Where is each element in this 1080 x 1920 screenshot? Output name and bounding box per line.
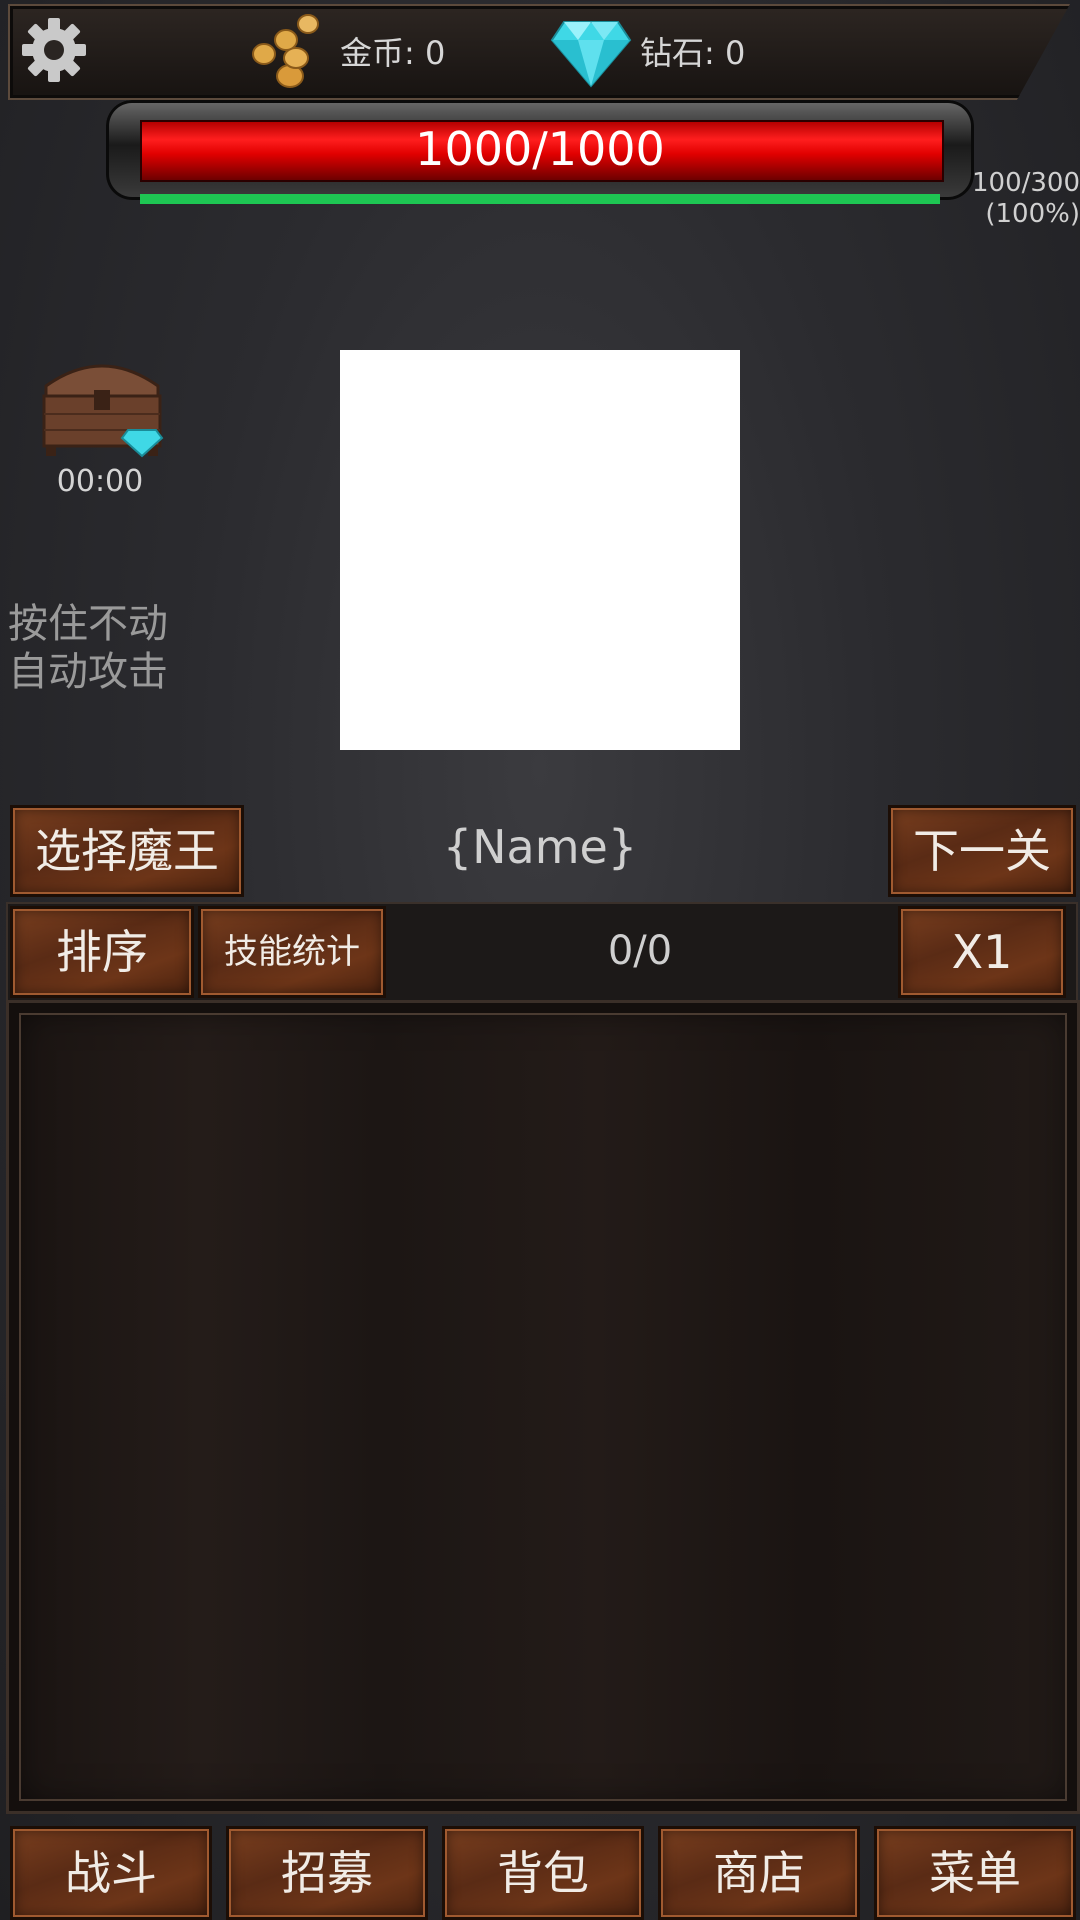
- nav-shop-button[interactable]: 商店: [658, 1826, 860, 1920]
- nav-recruit-button[interactable]: 招募: [226, 1826, 428, 1920]
- auto-attack-hint: 按住不动 自动攻击: [8, 600, 168, 696]
- boss-name: {Name}: [442, 820, 638, 874]
- nav-battle-button[interactable]: 战斗: [10, 1826, 212, 1920]
- gear-icon[interactable]: [18, 14, 90, 86]
- coin-stack-icon: [252, 14, 319, 88]
- unit-list-panel[interactable]: [6, 1000, 1080, 1814]
- stage-progress-count: 100/300: [971, 168, 1080, 198]
- skill-stats-button[interactable]: 技能统计: [198, 906, 386, 998]
- nav-menu-button[interactable]: 菜单: [874, 1826, 1076, 1920]
- diamond-icon: [550, 21, 632, 88]
- boss-mana-bar: [140, 194, 940, 204]
- unit-counter: 0/0: [607, 928, 673, 974]
- treasure-chest-icon[interactable]: [36, 352, 168, 464]
- nav-bag-button[interactable]: 背包: [442, 1826, 644, 1920]
- sort-button[interactable]: 排序: [10, 906, 194, 998]
- diamond-counter: 钻石: 0: [640, 34, 746, 72]
- chest-timer: 00:00: [56, 464, 144, 499]
- top-bar: [8, 4, 1070, 100]
- stage-progress-percent: (100%): [985, 199, 1080, 229]
- speed-button[interactable]: X1: [898, 906, 1066, 998]
- next-level-button[interactable]: 下一关: [888, 805, 1076, 897]
- hint-line-1: 按住不动: [8, 601, 168, 647]
- select-boss-button[interactable]: 选择魔王: [10, 805, 244, 897]
- boss-sprite[interactable]: [340, 350, 740, 750]
- hint-line-2: 自动攻击: [8, 649, 168, 695]
- stage-progress: 100/300 (100%): [970, 168, 1080, 230]
- gold-counter: 金币: 0: [340, 34, 446, 72]
- boss-hp-text: 1000/1000: [415, 122, 665, 176]
